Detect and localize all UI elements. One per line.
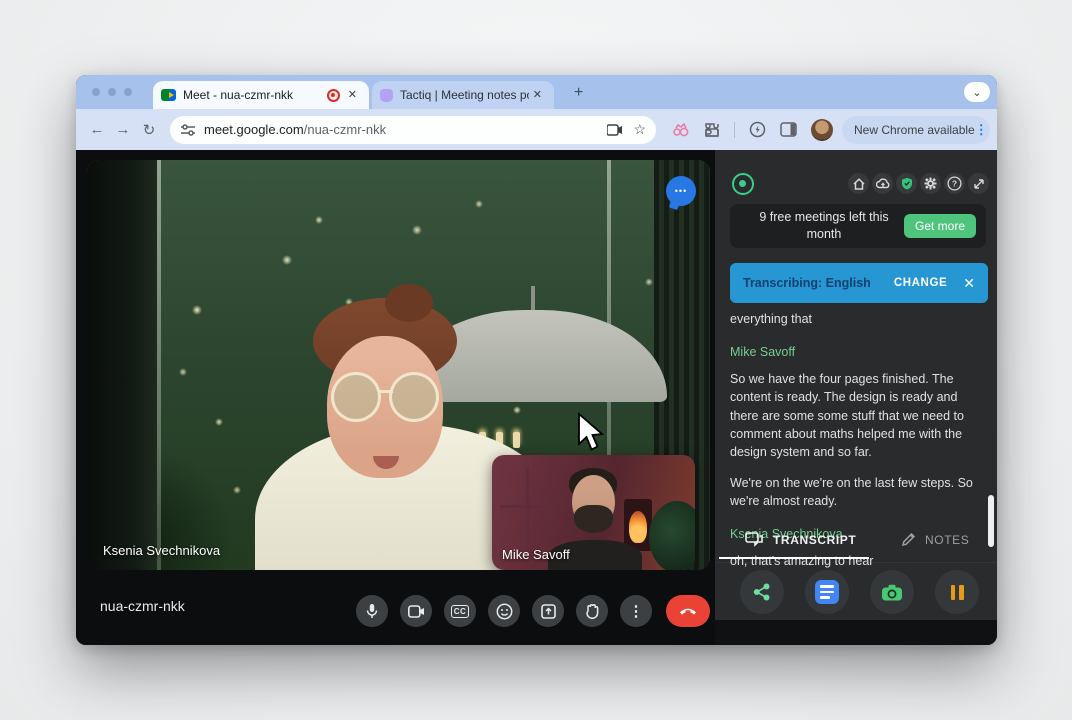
tactiq-logo-icon[interactable]	[732, 173, 754, 195]
toolbar-divider	[734, 122, 735, 138]
glasses	[331, 372, 443, 424]
raise-hand-button[interactable]	[576, 595, 608, 627]
get-more-button[interactable]: Get more	[904, 214, 976, 238]
google-docs-icon	[815, 580, 839, 604]
sidebar-actions	[715, 562, 997, 620]
address-bar[interactable]: meet.google.com/nua-czmr-nkk ☆	[170, 116, 656, 144]
cloud-upload-icon[interactable]	[872, 173, 893, 194]
forward-button[interactable]: →	[110, 121, 136, 138]
bookmark-star-icon[interactable]: ☆	[633, 121, 646, 138]
quota-text: 9 free meetings left this month	[744, 209, 904, 243]
help-icon[interactable]: ?	[944, 173, 965, 194]
transcript-line: everything that	[730, 310, 975, 328]
extensions-puzzle-icon[interactable]	[704, 122, 720, 138]
mouse-cursor	[576, 412, 604, 452]
back-button[interactable]: ←	[84, 121, 110, 138]
mic-button[interactable]	[356, 595, 388, 627]
collapse-panel-icon[interactable]	[968, 173, 989, 194]
new-chrome-available-button[interactable]: New Chrome available ⋮	[842, 116, 990, 144]
transcript-line: So we have the four pages finished. The …	[730, 370, 975, 461]
more-icon: ⋮	[629, 602, 644, 620]
transcribing-banner: Transcribing: English CHANGE ✕	[730, 263, 988, 303]
sidebar-bottom-strip	[715, 620, 997, 645]
transcript-line: We're on the we're on the last few steps…	[730, 474, 975, 510]
screenshot-button[interactable]	[870, 570, 914, 614]
captions-button[interactable]: CC	[444, 595, 476, 627]
tab-transcript[interactable]: TRANSCRIPT	[745, 532, 856, 548]
battery-saver-icon[interactable]	[749, 121, 766, 138]
transcribing-label: Transcribing: English	[743, 276, 894, 290]
pip-participant-name: Mike Savoff	[502, 547, 570, 562]
more-options-button[interactable]: ⋮	[620, 595, 652, 627]
chat-dots-icon: •••	[675, 186, 687, 196]
tactiq-favicon-icon	[380, 89, 393, 102]
profile-avatar[interactable]	[811, 119, 833, 141]
tab-notes[interactable]: NOTES	[901, 532, 969, 547]
new-tab-button[interactable]: +	[570, 83, 587, 103]
tab-meet[interactable]: Meet - nua-czmr-nkk ✕	[153, 81, 369, 109]
chat-bubble-button[interactable]: •••	[666, 176, 696, 206]
window-controls[interactable]	[92, 88, 132, 96]
google-docs-button[interactable]	[805, 570, 849, 614]
close-tab-icon[interactable]: ✕	[344, 88, 361, 103]
share-button[interactable]	[740, 570, 784, 614]
svg-text:?: ?	[952, 179, 957, 189]
pip-video-tile[interactable]: Mike Savoff	[492, 455, 695, 570]
tab-tactiq[interactable]: Tactiq | Meeting notes powe ✕	[372, 81, 554, 109]
present-button[interactable]	[532, 595, 564, 627]
reload-button[interactable]: ↻	[136, 121, 162, 139]
home-icon[interactable]	[848, 173, 869, 194]
pause-transcription-button[interactable]	[935, 570, 979, 614]
meet-stage: ••• Mike Savoff Ksenia Svechnikova nua-c…	[76, 150, 715, 645]
end-call-icon	[679, 607, 697, 615]
settings-gear-icon[interactable]	[920, 173, 941, 194]
pause-icon	[951, 585, 964, 600]
tab-strip: Meet - nua-czmr-nkk ✕ Tactiq | Meeting n…	[76, 75, 997, 109]
room-code: nua-czmr-nkk	[100, 598, 185, 614]
recording-indicator-icon	[327, 89, 340, 102]
cc-icon: CC	[451, 605, 470, 618]
tab-title: Meet - nua-czmr-nkk	[183, 88, 323, 102]
main-video-tile[interactable]: ••• Mike Savoff Ksenia Svechnikova	[87, 160, 710, 570]
meetings-quota-card: 9 free meetings left this month Get more	[730, 204, 986, 248]
site-info-icon[interactable]	[180, 123, 196, 137]
active-tab-underline	[719, 557, 869, 559]
extension-pink-icon[interactable]	[672, 123, 690, 137]
notes-pencil-icon	[901, 532, 916, 547]
sidebar-tabs: TRANSCRIPT NOTES	[715, 532, 997, 559]
close-tab-icon[interactable]: ✕	[529, 88, 546, 103]
sidebar-header: ?	[715, 150, 997, 196]
dismiss-banner-icon[interactable]: ✕	[963, 275, 975, 292]
privacy-shield-icon[interactable]	[896, 173, 917, 194]
camera-button[interactable]	[400, 595, 432, 627]
meet-control-bar: nua-czmr-nkk CC	[76, 570, 715, 645]
tab-search-chevron[interactable]: ⌄	[964, 82, 990, 102]
transcript-chat-icon	[745, 532, 764, 548]
speaker-name: Mike Savoff	[730, 343, 975, 361]
side-panel-icon[interactable]	[780, 122, 797, 137]
reactions-button[interactable]	[488, 595, 520, 627]
tactiq-sidebar: ? 9 free meetings left this month Get mo…	[715, 150, 997, 645]
share-icon	[753, 583, 771, 601]
browser-window: Meet - nua-czmr-nkk ✕ Tactiq | Meeting n…	[76, 75, 997, 645]
screenshot-camera-icon	[881, 584, 903, 601]
meet-favicon-icon	[161, 89, 176, 101]
url-text: meet.google.com/nua-czmr-nkk	[204, 122, 386, 137]
tab-title: Tactiq | Meeting notes powe	[400, 88, 529, 102]
camera-permission-icon[interactable]	[607, 124, 623, 136]
change-language-button[interactable]: CHANGE	[894, 277, 947, 289]
browser-menu-icon[interactable]: ⋮	[975, 122, 988, 138]
end-call-button[interactable]	[666, 595, 710, 627]
main-participant-name: Ksenia Svechnikova	[103, 543, 220, 558]
